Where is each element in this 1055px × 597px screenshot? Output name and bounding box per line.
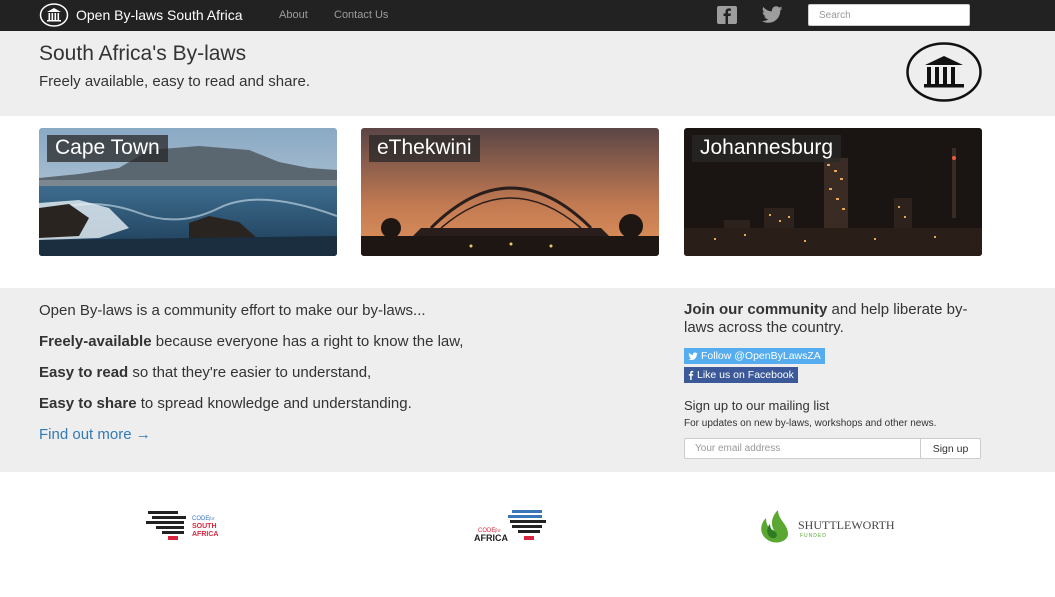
intro-text: Open By-laws is a community effort to ma… (39, 302, 426, 319)
twitter-icon[interactable] (761, 6, 783, 24)
point-bold: Easy to share (39, 395, 137, 412)
mailing-list-title: Sign up to our mailing list (684, 398, 830, 413)
point-bold: Freely-available (39, 333, 152, 350)
point-text: so that they're easier to understand, (128, 364, 372, 381)
city-label: eThekwini (369, 135, 480, 162)
community-bold: Join our community (684, 301, 828, 318)
city-card-johannesburg[interactable]: Johannesburg (684, 128, 982, 256)
search-input[interactable] (808, 4, 970, 26)
point-freely-available: Freely-available because everyone has a … (39, 333, 463, 350)
logo-text: AFRICA (192, 531, 218, 538)
nav-contact-us[interactable]: Contact Us (334, 9, 388, 21)
point-easy-to-share: Easy to share to spread knowledge and un… (39, 395, 412, 412)
courthouse-logo-icon (906, 42, 982, 102)
city-label: Johannesburg (692, 135, 842, 162)
city-card-cape-town[interactable]: Cape Town (39, 128, 337, 256)
point-text: to spread knowledge and understanding. (136, 395, 412, 412)
info-section: Open By-laws is a community effort to ma… (0, 288, 1055, 472)
point-easy-to-read: Easy to read so that they're easier to u… (39, 364, 371, 381)
city-card-ethekwini[interactable]: eThekwini (361, 128, 659, 256)
point-text: because everyone has a right to know the… (151, 333, 464, 350)
code-for-south-africa-logo[interactable]: CODE for SOUTH AFRICA (146, 508, 232, 544)
navbar: Open By-laws South Africa About Contact … (0, 0, 1055, 31)
community-heading: Join our community and help liberate by-… (684, 301, 984, 337)
nav-about[interactable]: About (279, 9, 308, 21)
email-field[interactable] (684, 438, 921, 459)
facebook-like-button[interactable]: Like us on Facebook (684, 367, 798, 383)
facebook-icon[interactable] (717, 6, 737, 24)
logo-text: FUNDED (800, 533, 827, 539)
courthouse-logo-icon (39, 3, 69, 27)
logo-text: SHUTTLEWORTH (798, 518, 895, 532)
logo-text: for (209, 517, 215, 522)
signup-button[interactable]: Sign up (920, 438, 981, 459)
brand-link[interactable]: Open By-laws South Africa (39, 3, 243, 27)
mailing-list-description: For updates on new by-laws, workshops an… (684, 418, 937, 429)
city-label: Cape Town (47, 135, 168, 162)
jumbotron: South Africa's By-laws Freely available,… (0, 31, 1055, 116)
logo-text: CODE (192, 516, 209, 522)
twitter-follow-button[interactable]: Follow @OpenByLawsZA (684, 348, 825, 364)
logo-text: SOUTH (192, 523, 217, 530)
point-bold: Easy to read (39, 364, 129, 381)
shuttleworth-funded-logo[interactable]: SHUTTLEWORTH FUNDED (758, 508, 910, 544)
twitter-button-label: Follow @OpenByLawsZA (701, 350, 821, 362)
twitter-icon (688, 352, 698, 360)
page-subtitle: Freely available, easy to read and share… (39, 73, 310, 90)
logo-text: AFRICA (474, 533, 508, 543)
brand-name: Open By-laws South Africa (76, 7, 243, 23)
find-out-more-link[interactable]: Find out more → (39, 426, 151, 443)
code-for-africa-logo[interactable]: CODE for AFRICA (472, 508, 552, 544)
page-title: South Africa's By-laws (39, 42, 247, 65)
facebook-icon (688, 370, 694, 380)
facebook-button-label: Like us on Facebook (697, 369, 794, 381)
